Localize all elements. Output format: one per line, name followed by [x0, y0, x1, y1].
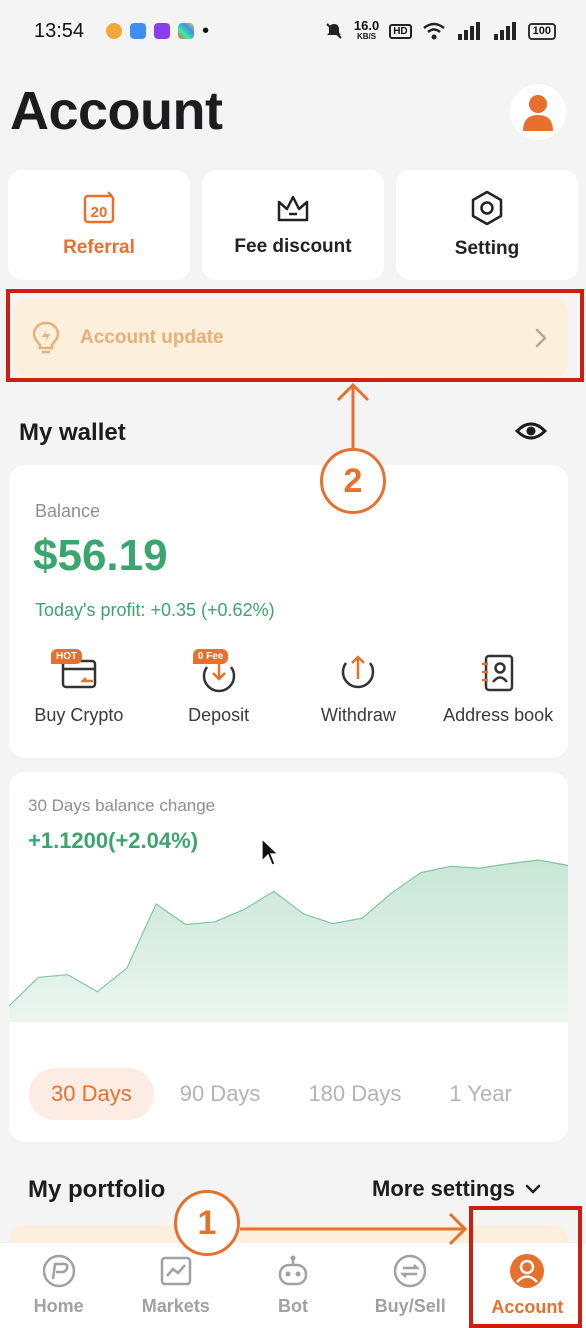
page-title: Account [10, 81, 223, 141]
balance-chart-card: 30 Days balance change +1.1200(+2.04%) 3… [9, 772, 568, 1142]
todays-profit: Today's profit: +0.35 (+0.62%) [35, 600, 275, 620]
tab-home[interactable]: Home [0, 1243, 117, 1328]
deposit-label: Deposit [188, 705, 250, 725]
tab-bot[interactable]: Bot [234, 1243, 351, 1328]
signal-icon [457, 22, 480, 40]
toggle-visibility-button[interactable] [514, 418, 548, 449]
range-option-0[interactable]: 30 Days [29, 1068, 154, 1120]
range-option-2[interactable]: 180 Days [286, 1068, 423, 1120]
withdraw-icon [342, 655, 375, 689]
tab-home-label: Home [33, 1296, 84, 1316]
zero-fee-badge: 0 Fee [192, 649, 229, 664]
buy-crypto-button[interactable]: HOT Buy Crypto [9, 649, 149, 726]
withdraw-button[interactable]: Withdraw [289, 653, 429, 726]
notification-dot-icon: • [202, 20, 210, 42]
app-blue-icon [130, 23, 147, 39]
network-speed: 16.0 KB/S [353, 18, 380, 41]
range-option-3[interactable]: 1 Year [427, 1068, 533, 1120]
referral-button[interactable]: 20 Referral [8, 170, 190, 280]
address-book-label: Address book [443, 705, 554, 725]
tab-markets[interactable]: Markets [117, 1243, 234, 1328]
tab-markets-label: Markets [141, 1296, 210, 1316]
tab-bot-label: Bot [278, 1296, 308, 1316]
setting-label: Setting [454, 238, 520, 259]
time-range-selector: 30 Days 90 Days 180 Days 1 Year [29, 1068, 538, 1120]
user-icon [523, 95, 553, 131]
more-settings-label: More settings [372, 1176, 516, 1201]
quick-actions: 20 Referral Fee discount Setting [8, 170, 578, 280]
arrow-to-banner-head [336, 382, 370, 402]
hd-icon: HD [389, 23, 412, 39]
highlight-box-account-update [6, 289, 584, 382]
deposit-button[interactable]: 0 Fee Deposit [149, 649, 289, 726]
balance-label: Balance [35, 501, 101, 521]
battery-icon: 100 [527, 22, 556, 40]
status-app-icons: • [106, 20, 210, 42]
status-bar: 13:54 • 16.0 KB/S HD 100 [0, 0, 586, 62]
address-book-button[interactable]: Address book [428, 653, 568, 726]
svg-text:20: 20 [91, 204, 108, 221]
highlight-box-account-tab [469, 1206, 582, 1328]
robot-icon [278, 1255, 308, 1286]
wifi-icon [422, 22, 445, 40]
chart-area-fill [9, 860, 568, 1022]
fee-discount-label: Fee discount [234, 236, 352, 257]
status-indicators: 16.0 KB/S HD 100 [324, 18, 556, 42]
hexagon-settings-icon [471, 190, 503, 226]
signal-2-icon [493, 22, 516, 40]
referral-label: Referral [63, 237, 135, 258]
withdraw-label: Withdraw [320, 705, 396, 725]
setting-button[interactable]: Setting [396, 170, 578, 280]
home-logo-icon [42, 1254, 75, 1288]
more-settings-button[interactable]: More settings [372, 1176, 541, 1202]
chart-icon [160, 1256, 192, 1286]
my-portfolio-title: My portfolio [28, 1176, 166, 1203]
chart-change: +1.1200(+2.04%) [28, 828, 199, 853]
range-option-1[interactable]: 90 Days [158, 1068, 283, 1120]
my-wallet-title: My wallet [19, 419, 126, 446]
hot-badge: HOT [51, 649, 83, 664]
avatar-button[interactable] [510, 84, 566, 140]
chevron-down-icon [525, 1184, 541, 1194]
mute-icon [326, 23, 342, 39]
eye-icon [514, 422, 548, 440]
chart-label: 30 Days balance change [28, 796, 216, 815]
fee-discount-button[interactable]: Fee discount [202, 170, 384, 280]
balance-value: $56.19 [33, 531, 168, 580]
wallet-card: Balance $56.19 Today's profit: +0.35 (+0… [9, 465, 568, 758]
weibo-icon [106, 23, 123, 39]
tab-buy-sell-label: Buy/Sell [374, 1296, 446, 1316]
address-book-icon [482, 654, 514, 692]
app-purple-icon [154, 23, 171, 39]
mouse-cursor-icon [261, 837, 280, 866]
swap-icon [393, 1254, 427, 1288]
status-time: 13:54 [34, 19, 85, 42]
calendar-20-icon: 20 [83, 191, 115, 224]
tab-buy-sell[interactable]: Buy/Sell [352, 1243, 469, 1328]
wallet-actions: HOT Buy Crypto 0 Fee Deposit Withdraw Ad… [9, 649, 568, 726]
balance-area-chart [9, 859, 568, 1022]
app-slack-icon [178, 23, 195, 39]
step-2-marker: 2 [320, 448, 386, 514]
step-1-marker: 1 [174, 1190, 240, 1256]
crown-icon [277, 195, 309, 222]
buy-crypto-label: Buy Crypto [34, 705, 124, 725]
